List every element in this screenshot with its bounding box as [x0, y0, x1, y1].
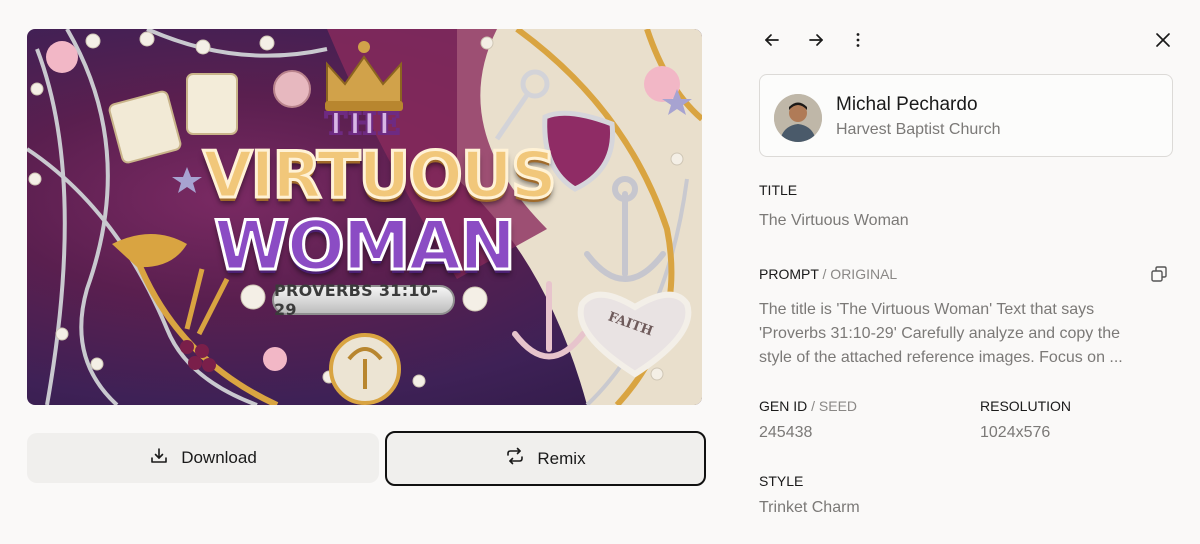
prompt-label-main: PROMPT	[759, 266, 819, 282]
remix-label: Remix	[537, 448, 586, 468]
title-value: The Virtuous Woman	[759, 212, 909, 229]
author-card[interactable]: Michal Pechardo Harvest Baptist Church	[759, 74, 1173, 157]
arrow-right-icon	[806, 30, 826, 55]
arrow-left-icon	[762, 30, 782, 55]
prompt-value: The title is 'The Virtuous Woman' Text t…	[759, 301, 1123, 366]
gen-id-value: 245438	[759, 424, 813, 441]
avatar	[774, 94, 822, 142]
resolution-value: 1024x576	[980, 424, 1051, 441]
remix-icon	[505, 446, 525, 471]
generated-image[interactable]: THE VIRTUOUS WOMAN PROVERBS 31:10-29 FAI…	[27, 29, 702, 405]
download-icon	[149, 446, 169, 471]
back-button[interactable]	[760, 30, 784, 54]
artwork-decorations	[27, 29, 702, 405]
close-button[interactable]	[1151, 30, 1175, 54]
author-name[interactable]: Michal Pechardo	[836, 94, 978, 116]
copy-prompt-button[interactable]	[1150, 265, 1168, 283]
more-vertical-icon	[848, 30, 868, 55]
gen-id-label: GEN ID / SEED	[759, 398, 857, 414]
author-organization: Harvest Baptist Church	[836, 121, 1001, 138]
gen-id-label-sub: / SEED	[811, 398, 858, 414]
style-label: STYLE	[759, 473, 804, 489]
prompt-label: PROMPT / ORIGINAL	[759, 266, 897, 282]
download-label: Download	[181, 448, 257, 467]
copy-icon	[1150, 266, 1168, 287]
resolution-label: RESOLUTION	[980, 398, 1072, 414]
prompt-label-sub: / ORIGINAL	[822, 266, 898, 282]
more-options-button[interactable]	[846, 30, 870, 54]
title-label: TITLE	[759, 182, 798, 198]
remix-button[interactable]: Remix	[385, 431, 706, 486]
gen-id-label-main: GEN ID	[759, 398, 808, 414]
download-button[interactable]: Download	[27, 433, 379, 483]
close-icon	[1153, 30, 1173, 55]
forward-button[interactable]	[804, 30, 828, 54]
style-value: Trinket Charm	[759, 499, 860, 516]
